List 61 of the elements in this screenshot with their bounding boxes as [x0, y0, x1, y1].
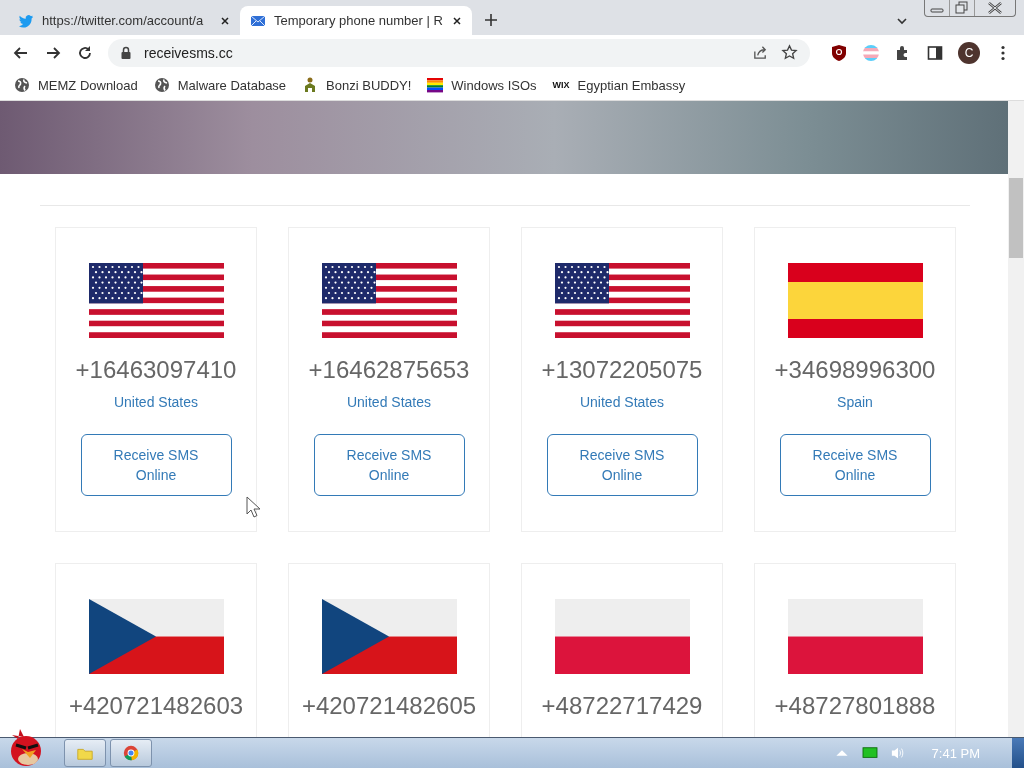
country-name: United States [113, 394, 199, 410]
tab-title: https://twitter.com/account/a [42, 13, 205, 28]
cursor-icon [246, 496, 260, 518]
logo-mark: WIX [552, 80, 570, 90]
browser-tab[interactable]: https://twitter.com/account/a [8, 6, 240, 35]
lock-icon [120, 45, 132, 60]
bird-icon [18, 12, 34, 29]
country-name: Spain [837, 394, 873, 410]
chrome-icon [122, 744, 140, 762]
phone-number: +16463097410 [75, 356, 237, 384]
phone-number: +420721482605 [301, 692, 477, 720]
phone-number: +48727801888 [774, 692, 936, 720]
bookmark-label: Windows ISOs [451, 77, 537, 93]
flag-icon [88, 263, 224, 338]
globe-icon [153, 77, 170, 93]
profile-avatar[interactable]: C [958, 41, 980, 64]
phone-number: +48722717429 [541, 692, 703, 720]
bookmark[interactable]: Windows ISOs [427, 77, 537, 93]
tab-title: Temporary phone number | R [274, 13, 444, 28]
close-icon[interactable] [452, 15, 462, 26]
close-icon[interactable] [220, 15, 230, 26]
flag-icon [554, 599, 690, 674]
browser-tab[interactable]: Temporary phone number | R [240, 6, 472, 35]
star-icon[interactable] [781, 44, 798, 61]
bookmark-label: MEMZ Download [38, 77, 138, 93]
bookmark[interactable]: Bonzi BUDDY! [302, 77, 412, 93]
phone-number: +13072205075 [541, 356, 703, 384]
globe-icon [14, 77, 30, 93]
country-name: United States [579, 394, 665, 410]
bookmark[interactable]: MEMZ Download [14, 77, 138, 93]
receive-sms-button[interactable]: Receive SMS Online [546, 434, 698, 496]
country-name: United States [346, 394, 432, 410]
flag-icon [321, 599, 457, 674]
network-icon[interactable] [861, 746, 878, 760]
bookmark-label: Bonzi BUDDY! [326, 77, 412, 93]
new-tab-icon[interactable] [484, 13, 498, 27]
phone-number: +34698996300 [774, 356, 936, 384]
flag-icon [787, 263, 923, 338]
bookmark-label: Malware Database [177, 77, 287, 93]
flag-icon [554, 263, 690, 338]
bookmark[interactable]: Malware Database [153, 77, 287, 93]
receive-sms-button[interactable]: Receive SMS Online [80, 434, 232, 496]
flag-icon [321, 263, 457, 338]
side-panel-icon[interactable] [926, 43, 944, 62]
flag-icon [88, 599, 224, 674]
receive-sms-button[interactable]: Receive SMS Online [313, 434, 465, 496]
taskbar-button[interactable] [64, 739, 106, 767]
scrollbar-thumb[interactable] [1009, 178, 1023, 258]
flag-icon [787, 599, 923, 674]
phone-number: +420721482603 [68, 692, 244, 720]
bookmark-label: Egyptian Embassy [577, 77, 686, 93]
rainbow-flag-icon [427, 77, 444, 93]
chevron-down-icon[interactable] [896, 17, 908, 25]
bookmark[interactable]: WIX Egyptian Embassy [552, 77, 686, 93]
address-bar[interactable]: receivesms.cc [108, 38, 810, 67]
shield-icon[interactable] [830, 43, 848, 62]
phone-number: +16462875653 [308, 356, 470, 384]
receive-sms-button[interactable]: Receive SMS Online [779, 434, 931, 496]
share-icon[interactable] [752, 44, 769, 61]
scrollbar[interactable] [1008, 101, 1024, 737]
taskbar-button[interactable] [110, 739, 152, 767]
